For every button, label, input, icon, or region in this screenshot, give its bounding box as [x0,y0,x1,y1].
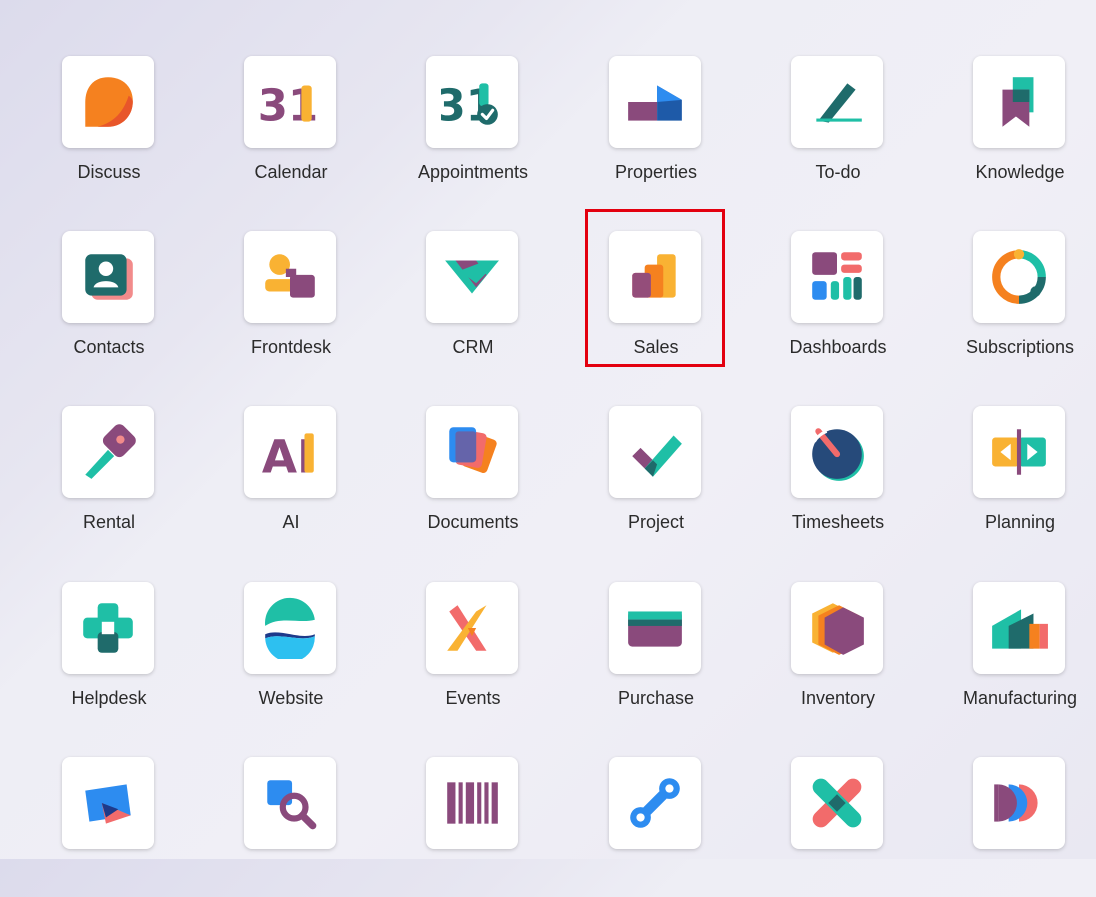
frontdesk-icon[interactable] [244,231,336,323]
project-icon[interactable] [609,406,701,498]
app-row5-4[interactable] [571,757,741,897]
calendar-icon[interactable]: 31 [244,56,336,148]
app-project[interactable]: Project [571,406,741,546]
app-label: Project [627,512,685,532]
sales-icon[interactable] [609,231,701,323]
app-helpdesk[interactable]: Helpdesk [24,582,194,722]
app-frontdesk[interactable]: Frontdesk [206,231,376,371]
app-label: Discuss [77,162,141,182]
rental-icon[interactable] [62,406,154,498]
app-label: To-do [815,162,861,182]
app-label: Contacts [73,337,145,357]
app-label: CRM [452,337,494,357]
app-label: Inventory [800,688,876,708]
app-row5-2[interactable] [206,757,376,897]
app-label: Calendar [254,162,328,182]
knowledge-icon[interactable] [973,56,1065,148]
purchase-icon[interactable] [609,582,701,674]
search-magnifier-icon[interactable] [244,757,336,849]
app-label: Appointments [417,162,529,182]
app-label: Helpdesk [71,688,147,708]
sign-icon[interactable] [62,757,154,849]
cross-bandage-icon[interactable] [791,757,883,849]
app-documents[interactable]: Documents [388,406,558,546]
ai-icon[interactable]: AI [244,406,336,498]
manufacturing-icon[interactable] [973,582,1065,674]
app-discuss[interactable]: Discuss [24,56,194,196]
documents-icon[interactable] [426,406,518,498]
app-contacts[interactable]: Contacts [24,231,194,371]
barcode-icon[interactable] [426,757,518,849]
app-manufacturing[interactable]: Manufacturing [935,582,1096,722]
app-purchase[interactable]: Purchase [571,582,741,722]
app-timesheets[interactable]: Timesheets [753,406,923,546]
app-inventory[interactable]: Inventory [753,582,923,722]
app-row5-6[interactable] [935,757,1096,897]
app-label: Manufacturing [962,688,1078,708]
app-label: Properties [614,162,698,182]
subscriptions-icon[interactable] [973,231,1065,323]
app-row5-5[interactable] [753,757,923,897]
dashboards-icon[interactable] [791,231,883,323]
app-label: Dashboards [789,337,887,357]
properties-icon[interactable] [609,56,701,148]
website-icon[interactable] [244,582,336,674]
helpdesk-icon[interactable] [62,582,154,674]
events-icon[interactable] [426,582,518,674]
inventory-icon[interactable] [791,582,883,674]
app-sales[interactable]: Sales [571,231,741,371]
appointments-icon[interactable]: 31 [426,56,518,148]
app-row5-1[interactable] [24,757,194,897]
planning-icon[interactable] [973,406,1065,498]
app-label: Subscriptions [965,337,1075,357]
todo-icon[interactable] [791,56,883,148]
layered-circles-icon[interactable] [973,757,1065,849]
app-label: AI [282,512,300,532]
app-label: Timesheets [791,512,885,532]
app-label: Knowledge [975,162,1065,182]
link-chain-icon[interactable] [609,757,701,849]
app-ai[interactable]: AI AI [206,406,376,546]
app-knowledge[interactable]: Knowledge [935,56,1096,196]
app-label: Events [445,688,501,708]
discuss-icon[interactable] [62,56,154,148]
app-label: Website [258,688,324,708]
app-label: Purchase [617,688,695,708]
app-dashboards[interactable]: Dashboards [753,231,923,371]
app-crm[interactable]: CRM [388,231,558,371]
app-appointments[interactable]: 31 Appointments [388,56,558,196]
app-website[interactable]: Website [206,582,376,722]
contacts-icon[interactable] [62,231,154,323]
app-planning[interactable]: Planning [935,406,1096,546]
crm-icon[interactable] [426,231,518,323]
app-events[interactable]: Events [388,582,558,722]
app-label: Rental [82,512,136,532]
app-label: Planning [984,512,1056,532]
app-calendar[interactable]: 31 Calendar [206,56,376,196]
app-label: Documents [427,512,519,532]
app-label: Frontdesk [250,337,332,357]
app-rental[interactable]: Rental [24,406,194,546]
app-to-do[interactable]: To-do [753,56,923,196]
app-properties[interactable]: Properties [571,56,741,196]
timesheets-icon[interactable] [791,406,883,498]
app-row5-3[interactable] [388,757,558,897]
app-label: Sales [633,337,679,357]
app-subscriptions[interactable]: Subscriptions [935,231,1096,371]
